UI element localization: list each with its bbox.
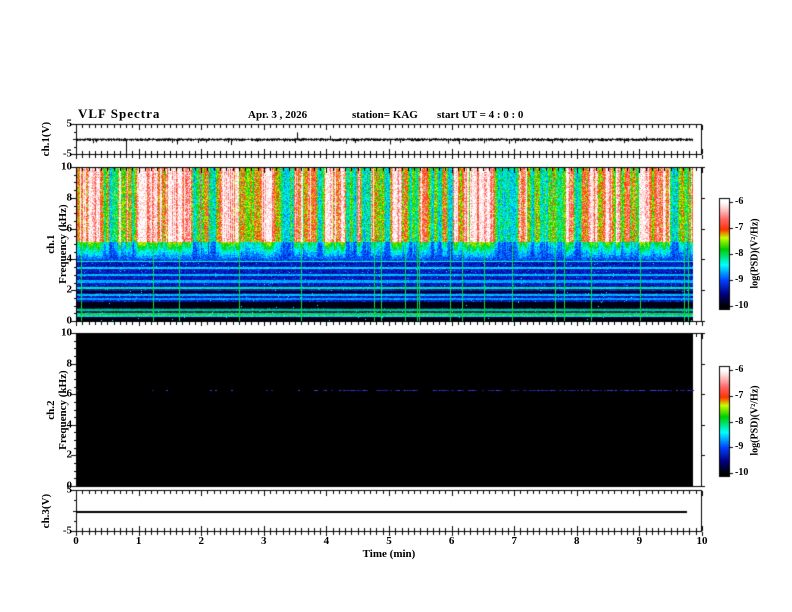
colorbar2-tick-label: -10: [735, 467, 749, 478]
x-tick-label: 4: [323, 535, 330, 547]
ch2-spec-ytick-label: 10: [61, 326, 72, 339]
x-tick-label: 8: [574, 535, 580, 547]
x-tick-label: 2: [198, 535, 204, 547]
colorbar2-tick-label: -8: [735, 415, 744, 427]
ch1-spec-ytick-label: 0: [66, 314, 73, 327]
colorbar1-tick-label: -10: [735, 300, 749, 311]
ch1-wave-ytick-label: 5: [66, 117, 73, 130]
start-ut-label: start UT = 4 : 0 : 0: [437, 109, 524, 121]
x-tick-label: 3: [261, 535, 267, 547]
x-tick-label: 5: [386, 535, 392, 547]
x-tick-label: 10: [696, 535, 708, 547]
ch2-spec-ytick-label: 8: [66, 357, 73, 370]
ch1-spec-ytick-label: 6: [66, 222, 73, 235]
ch1-spec-ytick-label: 2: [66, 283, 73, 296]
colorbar1-tick-label: -7: [735, 222, 744, 233]
x-tick-label: 9: [636, 535, 643, 547]
vlf-spectra-figure: VLF Spectra Apr. 3 , 2026 station= KAG s…: [0, 0, 792, 612]
colorbar2-tick-label: -7: [735, 389, 744, 401]
x-tick-label: 7: [511, 535, 517, 547]
ch2-spec-ytick-label: 4: [66, 418, 73, 431]
date-label: Apr. 3 , 2026: [248, 109, 308, 121]
station-label: station= KAG: [352, 109, 418, 121]
ch1-spec-ytick-label: 4: [66, 252, 73, 265]
x-tick-label: 1: [135, 535, 142, 547]
page-title: VLF Spectra: [78, 106, 161, 121]
ch1-spec-ytick-label: 10: [61, 160, 72, 173]
colorbar1-tick-label: -6: [735, 196, 744, 207]
ch2-spec-ytick-label: 6: [66, 387, 73, 400]
ch2-spec-ytick-label: 2: [66, 448, 73, 461]
x-tick-label: 0: [73, 535, 79, 547]
figure-canvas: [0, 0, 792, 612]
ch3-wave-ytick-label: -5: [62, 524, 72, 537]
x-tick-label: 6: [448, 535, 455, 547]
colorbar2-tick-label: -6: [735, 364, 744, 375]
colorbar2-tick-label: -9: [735, 441, 744, 453]
x-axis-title: Time (min): [362, 548, 416, 560]
colorbar1-tick-label: -8: [735, 248, 744, 259]
colorbar1-tick-label: -9: [735, 274, 744, 285]
ch1-spec-ytick-label: 8: [66, 191, 73, 204]
ch1-wave-ytick-label: -5: [62, 147, 72, 160]
ch3-wave-ytick-label: 5: [66, 483, 73, 496]
